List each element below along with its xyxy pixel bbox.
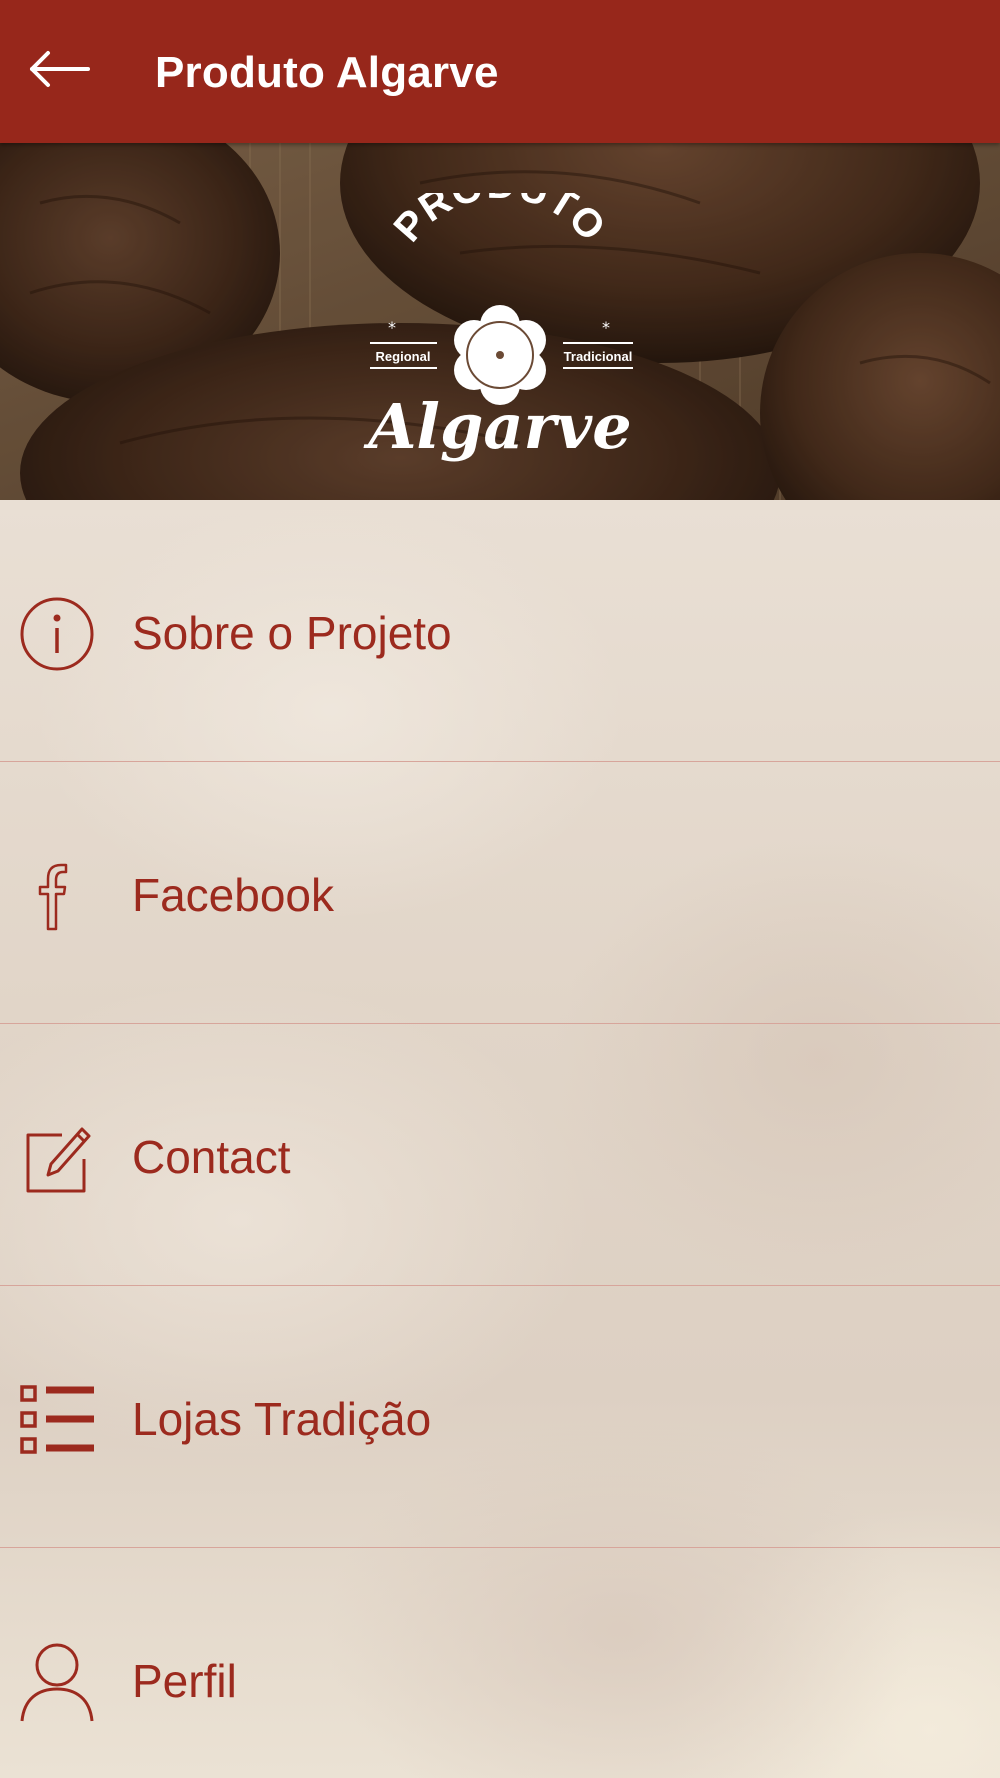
arrow-left-icon [28, 49, 90, 94]
list-icon [18, 1380, 96, 1460]
edit-icon [18, 1118, 96, 1198]
facebook-icon [18, 856, 96, 936]
menu-item-label: Lojas Tradição [132, 1393, 432, 1445]
menu-item-perfil[interactable]: Perfil [0, 1548, 1000, 1778]
menu-item-facebook[interactable]: Facebook [0, 762, 1000, 1023]
produto-algarve-logo: PRODUTO * * Regional Tradicional Algarve [355, 163, 645, 463]
svg-text:Algarve: Algarve [363, 390, 631, 463]
svg-text:*: * [602, 318, 610, 337]
menu-item-lojas-tradicao[interactable]: Lojas Tradição [0, 1286, 1000, 1547]
svg-text:*: * [388, 318, 396, 337]
menu-item-sobre-o-projeto[interactable]: Sobre o Projeto [0, 500, 1000, 761]
svg-text:PRODUTO: PRODUTO [386, 193, 615, 250]
menu-item-label: Sobre o Projeto [132, 607, 452, 659]
info-circle-icon [18, 594, 96, 674]
user-icon [18, 1642, 96, 1722]
svg-text:Regional: Regional [376, 349, 431, 364]
navigation-menu: Sobre o Projeto Facebook Contact Lojas T… [0, 500, 1000, 1778]
app-bar: Produto Algarve [0, 0, 1000, 143]
svg-text:Tradicional: Tradicional [564, 349, 633, 364]
menu-item-contact[interactable]: Contact [0, 1024, 1000, 1285]
back-button[interactable] [24, 40, 94, 102]
menu-item-label: Facebook [132, 869, 335, 921]
hero-banner: PRODUTO * * Regional Tradicional Algarve [0, 143, 1000, 500]
page-title: Produto Algarve [155, 48, 499, 97]
menu-item-label: Contact [132, 1131, 291, 1183]
menu-item-label: Perfil [132, 1655, 237, 1707]
